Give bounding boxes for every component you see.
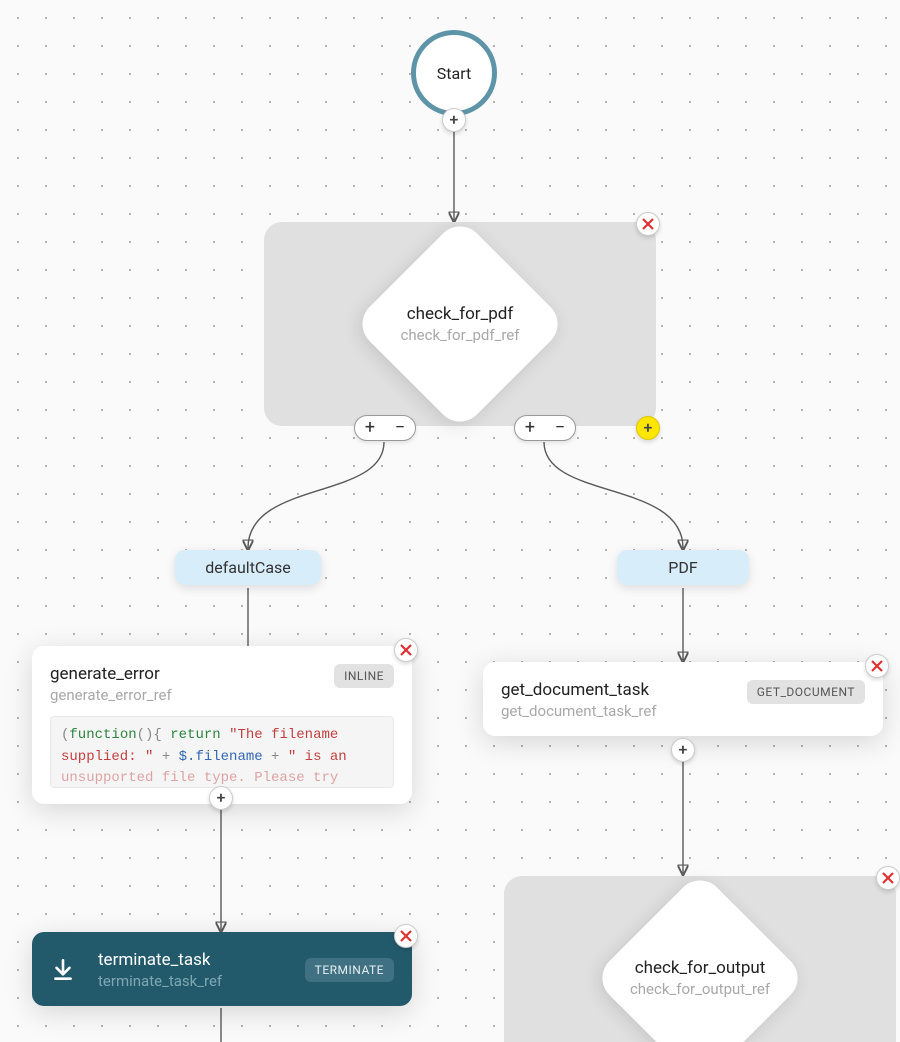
plus-icon: + xyxy=(679,742,688,758)
workflow-canvas[interactable]: Start + check_for_pdf check_for_pdf_ref … xyxy=(0,0,900,1042)
close-icon xyxy=(642,218,654,230)
task-type-tag: GET_DOCUMENT xyxy=(747,680,865,704)
switch-title: check_for_output xyxy=(630,958,770,978)
plus-icon: + xyxy=(450,112,459,128)
task-terminate[interactable]: terminate_task terminate_task_ref TERMIN… xyxy=(32,932,412,1006)
inline-code-preview: (function(){ return "The filename suppli… xyxy=(50,716,394,788)
switch-check-for-pdf[interactable]: check_for_pdf check_for_pdf_ref xyxy=(264,222,656,426)
switch1-add-case-button[interactable]: + xyxy=(636,416,660,440)
start-label: Start xyxy=(437,64,471,83)
task-ref: generate_error_ref xyxy=(50,686,324,704)
task-ref: get_document_task_ref xyxy=(501,702,737,720)
plus-icon: + xyxy=(365,419,375,437)
task-title: generate_error xyxy=(50,664,324,684)
chip-text: defaultCase xyxy=(205,558,291,577)
switch-title: check_for_pdf xyxy=(401,304,520,324)
plus-icon: + xyxy=(644,420,653,436)
branch-right-add-button[interactable]: + xyxy=(515,416,545,440)
switch-check-for-output[interactable]: check_for_output check_for_output_ref xyxy=(504,876,896,1042)
branch-left-remove-button[interactable]: − xyxy=(385,416,415,440)
get-document-delete-button[interactable] xyxy=(865,654,889,678)
generate-error-add-button[interactable]: + xyxy=(209,786,233,810)
task-get-document[interactable]: get_document_task get_document_task_ref … xyxy=(483,662,883,736)
branch-label-default[interactable]: defaultCase xyxy=(175,550,321,585)
switch-diamond: check_for_pdf check_for_pdf_ref xyxy=(353,217,568,432)
minus-icon: − xyxy=(555,419,565,437)
close-icon xyxy=(400,644,412,656)
task-type-tag: TERMINATE xyxy=(305,958,394,982)
start-node[interactable]: Start xyxy=(411,30,497,116)
get-document-add-button[interactable]: + xyxy=(671,738,695,762)
switch-ref: check_for_output_ref xyxy=(630,980,770,998)
switch1-delete-button[interactable] xyxy=(636,212,660,236)
branch-label-pdf[interactable]: PDF xyxy=(617,550,749,585)
generate-error-delete-button[interactable] xyxy=(394,638,418,662)
chip-text: PDF xyxy=(668,558,697,577)
terminate-icon xyxy=(50,957,76,983)
close-icon xyxy=(882,872,894,884)
switch-ref: check_for_pdf_ref xyxy=(401,326,520,344)
task-title: terminate_task xyxy=(98,950,295,970)
task-type-tag: INLINE xyxy=(334,664,394,688)
switch1-branch-right-controls: + − xyxy=(514,415,576,441)
branch-left-add-button[interactable]: + xyxy=(355,416,385,440)
task-generate-error[interactable]: generate_error generate_error_ref INLINE… xyxy=(32,646,412,804)
switch-diamond: check_for_output check_for_output_ref xyxy=(593,871,808,1042)
task-title: get_document_task xyxy=(501,680,737,700)
start-add-button[interactable]: + xyxy=(442,108,466,132)
terminate-delete-button[interactable] xyxy=(394,924,418,948)
switch2-delete-button[interactable] xyxy=(876,866,900,890)
minus-icon: − xyxy=(395,419,405,437)
close-icon xyxy=(871,660,883,672)
branch-right-remove-button[interactable]: − xyxy=(545,416,575,440)
plus-icon: + xyxy=(525,419,535,437)
switch1-branch-left-controls: + − xyxy=(354,415,416,441)
close-icon xyxy=(400,930,412,942)
task-ref: terminate_task_ref xyxy=(98,972,295,990)
plus-icon: + xyxy=(217,790,226,806)
